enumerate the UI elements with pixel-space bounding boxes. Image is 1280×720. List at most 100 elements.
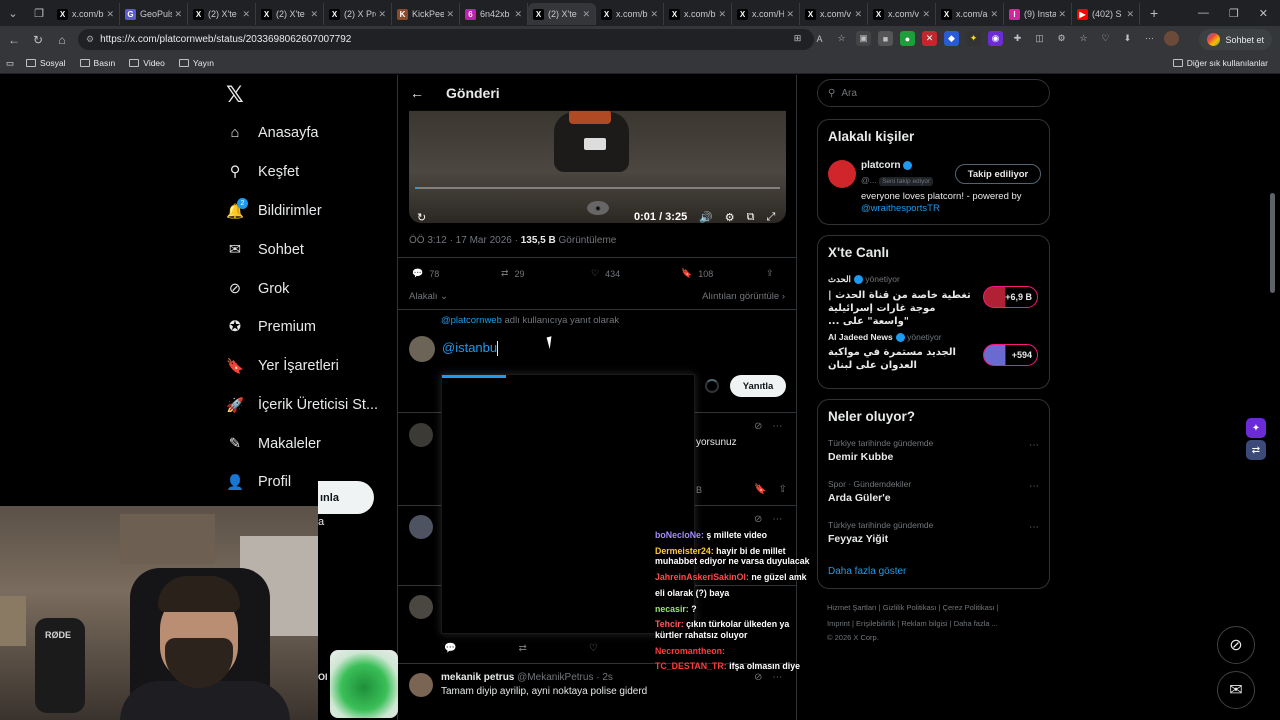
read-aloud-icon[interactable]: A	[812, 31, 827, 46]
repost-icon[interactable]: ⇄	[518, 643, 526, 654]
share-action[interactable]: ⇪	[766, 268, 774, 279]
reply-compose-input[interactable]: @istanbu	[442, 340, 499, 357]
nav-item-search[interactable]: ⚲ Keşfet	[226, 157, 299, 187]
close-tab-icon[interactable]: ✕	[786, 9, 794, 20]
tab-search-icon[interactable]: ⌄	[0, 0, 26, 26]
close-tab-icon[interactable]: ✕	[650, 9, 658, 20]
trend-item[interactable]: Türkiye tarihinde gündemde Demir Kubbe	[828, 438, 933, 463]
maximize-icon[interactable]: ❐	[1229, 7, 1239, 20]
extension-icon[interactable]: ●	[900, 31, 915, 46]
browser-tab[interactable]: X (2) X'te ✕	[256, 3, 324, 25]
footer-links[interactable]: Imprint | Erişilebilirlik | Reklam bilgi…	[827, 619, 998, 628]
nav-item-bell[interactable]: 🔔 2 Bildirimler	[226, 196, 322, 226]
extensions-puzzle-icon[interactable]: ✚	[1010, 31, 1025, 46]
browser-tab[interactable]: Xx.com/b ✕	[52, 3, 120, 25]
side-extension-icon[interactable]: ✦	[1246, 418, 1266, 438]
more-icon[interactable]: ⋯	[772, 514, 782, 525]
close-tab-icon[interactable]: ✕	[1126, 9, 1134, 20]
heart-icon[interactable]: ♡	[589, 643, 598, 654]
reply-icon[interactable]: 💬	[444, 643, 456, 654]
nav-item-article[interactable]: ✎ Makaleler	[226, 429, 321, 459]
footer-links[interactable]: Hizmet Şartları | Gizlilik Politikası | …	[827, 603, 999, 612]
browser-tab[interactable]: G GeoPuls ✕	[120, 3, 188, 25]
nav-item-bookmark[interactable]: 🔖 Yer İşaretleri	[226, 351, 339, 381]
close-tab-icon[interactable]: ✕	[310, 9, 318, 20]
nav-item-home[interactable]: ⌂ Anasayfa	[226, 118, 319, 148]
bookmark-folder-video[interactable]: Video	[129, 58, 165, 68]
browser-tab[interactable]: Xx.com/H ✕	[732, 3, 800, 25]
browser-tab[interactable]: Xx.com/v ✕	[800, 3, 868, 25]
extension-icon[interactable]: ✦	[966, 31, 981, 46]
grok-float-icon[interactable]: ⊘	[1217, 626, 1255, 664]
browser-tab[interactable]: X (2) X Pro ✕	[324, 3, 392, 25]
close-tab-icon[interactable]: ✕	[446, 9, 454, 20]
browser-tab[interactable]: K KickPee ✕	[392, 3, 460, 25]
video-player[interactable]: ◉ ↻ 0:01 / 3:25 🔊 ⚙ ⧉ ⤢	[409, 110, 786, 223]
tweet-author-name[interactable]: mekanik petrus	[441, 672, 514, 683]
close-tab-icon[interactable]: ✕	[1058, 9, 1066, 20]
grok-icon[interactable]: ⊘	[754, 421, 762, 432]
avatar[interactable]	[828, 160, 856, 188]
volume-icon[interactable]: 🔊	[699, 211, 713, 224]
reply-tweet[interactable]: mekanik petrus @MekanikPetrus · 2s Tamam…	[441, 672, 647, 697]
avatar[interactable]	[409, 515, 433, 539]
address-bar[interactable]: ⚙ https://x.com/platcornweb/status/20336…	[78, 29, 814, 50]
reload-icon[interactable]: ↻	[26, 33, 50, 47]
browser-tab[interactable]: Xx.com/b ✕	[664, 3, 732, 25]
back-icon[interactable]: ←	[2, 33, 26, 47]
close-tab-icon[interactable]: ✕	[582, 9, 590, 20]
workspaces-icon[interactable]: ❐	[26, 0, 52, 26]
browser-tab[interactable]: I (9) Insta ✕	[1004, 3, 1072, 25]
pip-icon[interactable]: ⧉	[747, 211, 755, 224]
trend-more-icon[interactable]: ⋯	[1029, 522, 1039, 533]
other-bookmarks[interactable]: Diğer sık kullanılanlar	[1172, 58, 1268, 68]
chat-button[interactable]: Sohbet et	[1199, 29, 1272, 50]
close-tab-icon[interactable]: ✕	[242, 9, 250, 20]
minimize-icon[interactable]: —	[1198, 7, 1209, 19]
home-button-icon[interactable]: ⌂	[50, 33, 74, 47]
extension-icon[interactable]: ◆	[944, 31, 959, 46]
close-tab-icon[interactable]: ✕	[106, 9, 114, 20]
bookmark-action[interactable]: 🔖 108	[681, 268, 766, 279]
browser-tab[interactable]: Xx.com/b ✕	[596, 3, 664, 25]
bookmarks-toggle-icon[interactable]: ▭	[6, 58, 14, 69]
close-tab-icon[interactable]: ✕	[174, 9, 182, 20]
avatar[interactable]	[409, 673, 433, 697]
bookmark-folder-sosyal[interactable]: Sosyal	[26, 58, 66, 68]
more-icon[interactable]: ⋯	[772, 421, 782, 432]
extension-icon[interactable]: ◉	[988, 31, 1003, 46]
bookmark-icon[interactable]: 🔖	[754, 484, 766, 495]
side-extension-icon[interactable]: ⇄	[1246, 440, 1266, 460]
close-tab-icon[interactable]: ✕	[718, 9, 726, 20]
bookmark-folder-basin[interactable]: Basın	[79, 58, 115, 68]
install-app-icon[interactable]: ⊞	[790, 31, 805, 46]
fullscreen-icon[interactable]: ⤢	[766, 211, 775, 224]
more-menu-icon[interactable]: ⋯	[1142, 31, 1157, 46]
trend-more-icon[interactable]: ⋯	[1029, 440, 1039, 451]
reply-button[interactable]: Yanıtla	[730, 375, 786, 397]
reply-action[interactable]: 💬 78	[412, 268, 501, 279]
post-date[interactable]: ÖÖ 3:12 · 17 Mar 2026 ·	[409, 235, 521, 246]
close-tab-icon[interactable]: ✕	[378, 9, 386, 20]
browser-tab[interactable]: Xx.com/a ✕	[936, 3, 1004, 25]
live-item[interactable]: الحدث yönetiyor تغطية خاصة من قناة الحدث …	[828, 274, 1040, 328]
favorite-star-icon[interactable]: ☆	[834, 31, 849, 46]
repost-action[interactable]: ⇄ 29	[501, 268, 591, 279]
close-tab-icon[interactable]: ✕	[990, 9, 998, 20]
trend-more-icon[interactable]: ⋯	[1029, 481, 1039, 492]
profile-avatar[interactable]	[1164, 31, 1179, 46]
extension-icon[interactable]: ▣	[856, 31, 871, 46]
share-icon[interactable]: ⇪	[778, 484, 786, 495]
collections-icon[interactable]: ☆	[1076, 31, 1091, 46]
browser-tab[interactable]: X (2) X'te ✕	[188, 3, 256, 25]
video-progress-bar[interactable]	[415, 187, 780, 189]
live-listeners-pill[interactable]: +6,9 B	[983, 286, 1038, 308]
heart-icon[interactable]: ♡	[1098, 31, 1113, 46]
browser-tab[interactable]: ▶ (402) S ✕	[1072, 3, 1140, 25]
scrollbar[interactable]	[1270, 193, 1275, 293]
post-button[interactable]: ınla	[318, 481, 374, 514]
replay-icon[interactable]: ↻	[417, 211, 426, 224]
show-more-link[interactable]: Daha fazla göster	[828, 566, 906, 577]
grok-icon[interactable]: ⊘	[754, 514, 762, 525]
nav-item-grok[interactable]: ⊘ Grok	[226, 274, 290, 304]
